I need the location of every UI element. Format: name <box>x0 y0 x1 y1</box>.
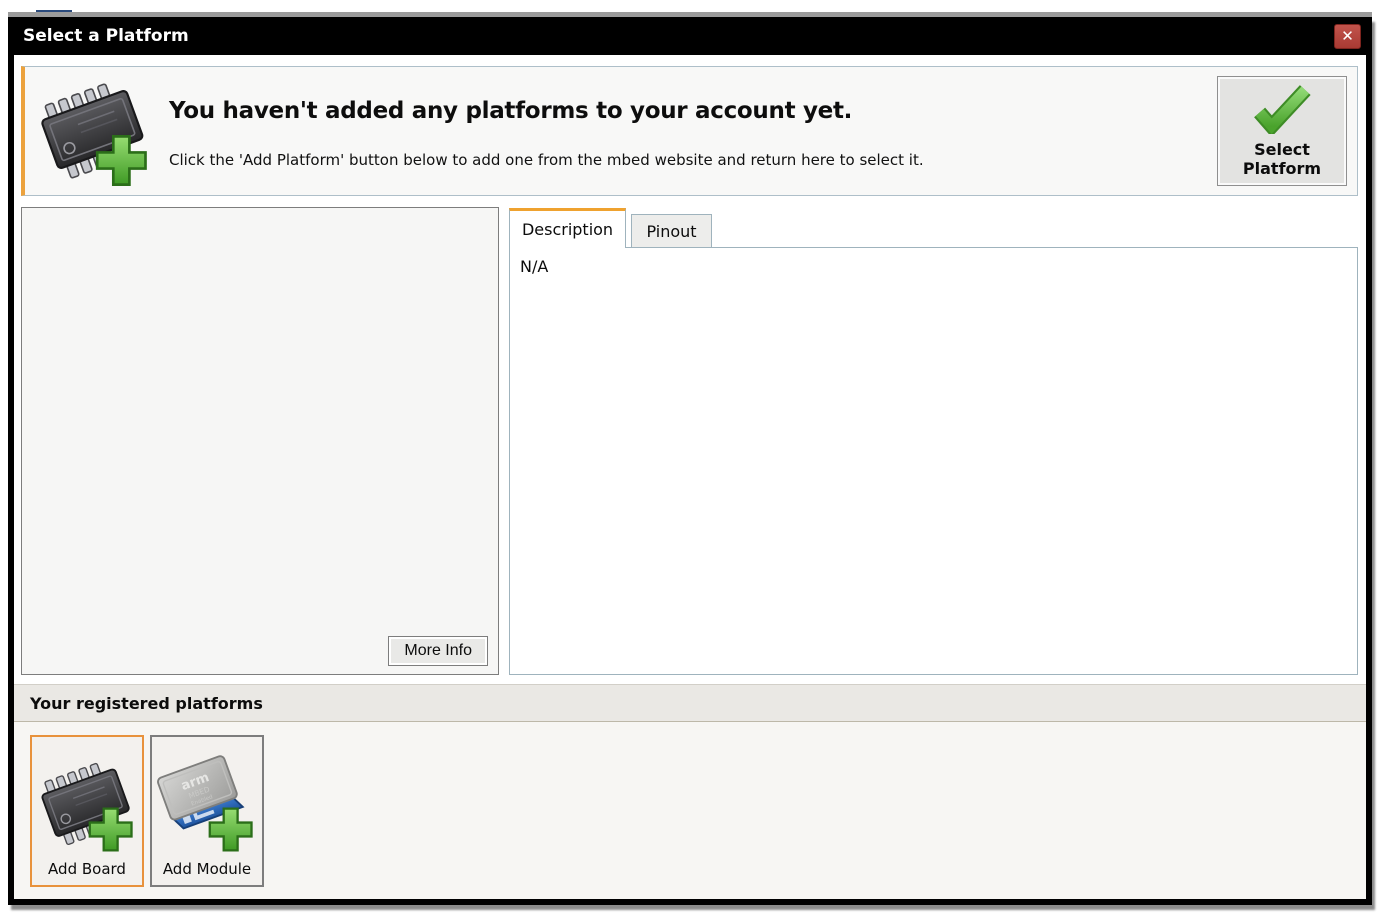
select-platform-label-line1: Select <box>1254 140 1310 159</box>
dialog-content: You haven't added any platforms to your … <box>14 55 1366 899</box>
banner-heading: You haven't added any platforms to your … <box>169 98 1203 124</box>
description-content: N/A <box>509 247 1358 675</box>
select-platform-dialog: Select a Platform ✕ You haven't added an… <box>8 17 1372 905</box>
platform-details-column: Description Pinout N/A <box>509 207 1358 675</box>
add-module-tile[interactable]: Add Module <box>150 735 264 887</box>
tab-pinout[interactable]: Pinout <box>631 214 712 247</box>
add-module-label: Add Module <box>163 860 251 878</box>
chip-add-icon <box>33 72 155 190</box>
platform-preview-panel: More Info <box>21 207 499 675</box>
tab-description[interactable]: Description <box>509 208 626 248</box>
dialog-title: Select a Platform <box>23 26 189 46</box>
module-add-icon <box>156 750 258 858</box>
dialog-titlebar: Select a Platform ✕ <box>14 17 1366 55</box>
select-platform-button[interactable]: Select Platform <box>1217 76 1347 186</box>
platform-detail-row: More Info Description Pinout N/A <box>21 207 1358 675</box>
banner-subtext: Click the 'Add Platform' button below to… <box>169 151 1203 169</box>
banner-text: You haven't added any platforms to your … <box>169 94 1203 169</box>
registered-platforms-title: Your registered platforms <box>30 694 263 713</box>
details-tabs: Description Pinout <box>509 207 1358 247</box>
registered-platforms-header: Your registered platforms <box>14 684 1366 722</box>
no-platforms-banner: You haven't added any platforms to your … <box>21 66 1358 196</box>
checkmark-icon <box>1251 84 1313 134</box>
add-board-tile[interactable]: Add Board <box>30 735 144 887</box>
more-info-button[interactable]: More Info <box>388 636 488 666</box>
chip-add-icon <box>36 750 138 858</box>
close-icon[interactable]: ✕ <box>1334 24 1361 49</box>
add-board-label: Add Board <box>48 860 126 878</box>
registered-platforms-list: Add Board Add Module <box>14 722 1366 899</box>
select-platform-label-line2: Platform <box>1243 159 1321 178</box>
